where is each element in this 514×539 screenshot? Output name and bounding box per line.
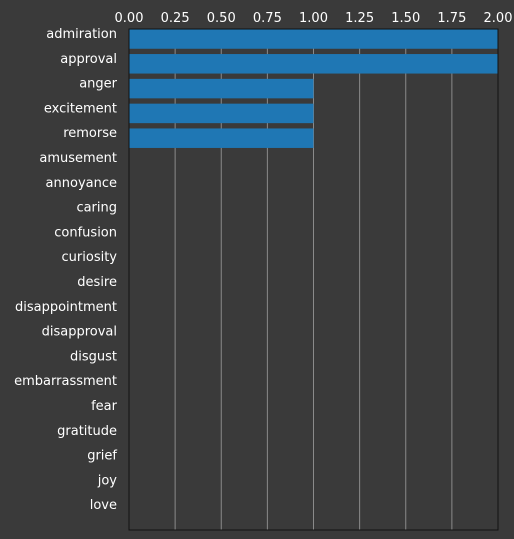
category-label-disapproval: disapproval (42, 325, 117, 340)
category-label-approval: approval (60, 52, 117, 67)
category-label-love: love (90, 498, 117, 513)
category-label-disappointment: disappointment (15, 300, 117, 315)
x-tick-label-0.00: 0.00 (115, 11, 144, 26)
x-tick-labels: 0.00 0.25 0.50 0.75 1.00 1.25 1.50 1.75 2.00 (115, 11, 513, 26)
x-tick-label-0.25: 0.25 (161, 11, 190, 26)
bar-admiration (129, 29, 498, 49)
category-label-amusement: amusement (39, 151, 117, 166)
bar-chart-svg: 0.00 0.25 0.50 0.75 1.00 1.25 1.50 1.75 2.00 adm… (14, 11, 513, 531)
bar-remorse (129, 128, 314, 148)
category-label-disgust: disgust (70, 349, 117, 364)
category-label-caring: caring (76, 201, 117, 216)
x-tick-label-1.00: 1.00 (299, 11, 328, 26)
category-label-curiosity: curiosity (62, 250, 118, 265)
category-label-fear: fear (91, 399, 118, 414)
bar-excitement (129, 103, 314, 124)
category-label-excitement: excitement (44, 101, 117, 116)
x-tick-label-1.25: 1.25 (345, 11, 374, 26)
x-tick-label-0.75: 0.75 (253, 11, 282, 26)
category-labels: admiration approval anger excitement remorse… (14, 27, 118, 513)
category-label-annoyance: annoyance (46, 176, 117, 191)
category-label-confusion: confusion (54, 225, 117, 240)
category-label-gratitude: gratitude (57, 424, 117, 439)
category-label-admiration: admiration (46, 27, 117, 42)
x-tick-label-0.50: 0.50 (207, 11, 236, 26)
category-label-anger: anger (79, 77, 117, 92)
bar-anger (129, 78, 314, 99)
bar-approval (129, 54, 498, 74)
category-label-remorse: remorse (63, 126, 117, 141)
category-label-joy: joy (97, 473, 118, 488)
bar-layer (129, 29, 498, 148)
x-tick-label-1.75: 1.75 (437, 11, 466, 26)
category-label-grief: grief (87, 449, 117, 464)
chart: 0.00 0.25 0.50 0.75 1.00 1.25 1.50 1.75 2.00 adm… (0, 0, 514, 539)
x-tick-label-1.50: 1.50 (391, 11, 420, 26)
x-tick-label-2.00: 2.00 (484, 11, 513, 26)
category-label-desire: desire (77, 275, 117, 290)
category-label-embarrassment: embarrassment (14, 374, 117, 389)
